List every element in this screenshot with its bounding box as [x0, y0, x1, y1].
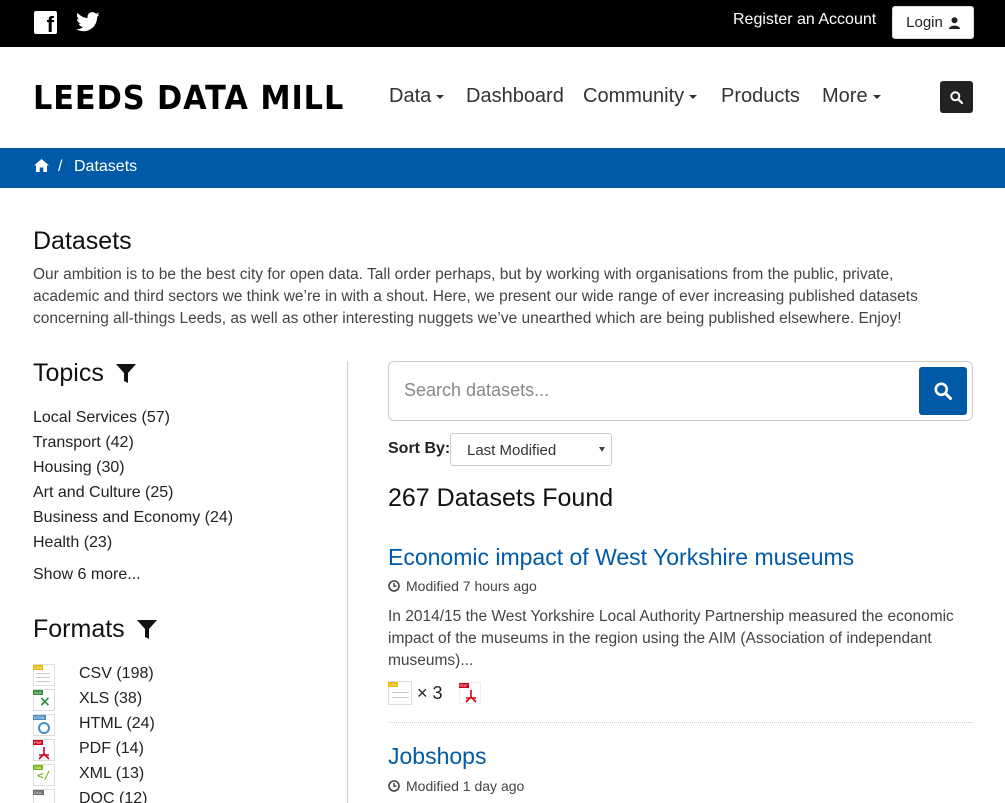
- modified-text: Modified 7 hours ago: [406, 578, 537, 594]
- csv-icon[interactable]: CSV: [388, 681, 412, 705]
- format-label: DOC (12): [79, 790, 148, 803]
- csv-icon: CSV: [33, 664, 55, 686]
- formats-heading: Formats: [33, 615, 157, 644]
- caret-down-icon: [872, 94, 881, 99]
- format-item-html[interactable]: HTML HTML (24): [33, 714, 155, 736]
- csv-count: × 3: [417, 682, 443, 703]
- breadcrumb: / Datasets: [0, 148, 1005, 188]
- topics-heading: Topics: [33, 359, 136, 388]
- nav-label: Dashboard: [466, 85, 564, 107]
- register-link[interactable]: Register an Account: [733, 11, 876, 29]
- topic-item[interactable]: Local Services (57): [33, 409, 170, 427]
- format-label: XLS (38): [79, 690, 143, 707]
- topic-item[interactable]: Business and Economy (24): [33, 509, 233, 527]
- doc-icon: DOC: [33, 789, 55, 803]
- topic-item[interactable]: Health (23): [33, 534, 112, 552]
- format-label: PDF (14): [79, 740, 144, 757]
- dataset-resources: CSV × 3 PDF: [388, 681, 481, 705]
- topics-title: Topics: [33, 359, 104, 387]
- format-item-xml[interactable]: XML </ XML (13): [33, 764, 144, 786]
- topic-item[interactable]: Art and Culture (25): [33, 484, 174, 502]
- nav-data[interactable]: Data: [389, 85, 445, 108]
- login-label: Login: [906, 14, 943, 31]
- nav-label: Data: [389, 85, 432, 107]
- search-input[interactable]: [404, 380, 884, 401]
- results-count: 267 Datasets Found: [388, 484, 614, 512]
- dataset-description: In 2014/15 the West Yorkshire Local Auth…: [388, 608, 954, 669]
- home-icon[interactable]: [34, 159, 49, 172]
- sort-label: Sort By:: [388, 440, 451, 457]
- clock-icon: [388, 780, 400, 792]
- format-item-doc[interactable]: DOC DOC (12): [33, 789, 147, 803]
- format-label: CSV (198): [79, 665, 154, 682]
- pdf-icon: PDF: [33, 739, 55, 761]
- nav-more[interactable]: More: [822, 85, 881, 108]
- caret-down-icon: [436, 94, 445, 99]
- format-item-pdf[interactable]: PDF PDF (14): [33, 739, 144, 761]
- site-header: LEEDS DATA MILL Data Dashboard Community…: [0, 47, 1005, 148]
- search-icon: [934, 382, 952, 400]
- pdf-icon[interactable]: PDF: [458, 682, 481, 704]
- xml-icon: XML </: [33, 764, 55, 786]
- formats-title: Formats: [33, 615, 125, 643]
- filter-icon: [136, 619, 157, 639]
- nav-products[interactable]: Products: [721, 85, 800, 108]
- dataset-title-link[interactable]: Economic impact of West Yorkshire museum…: [388, 544, 854, 571]
- nav-label: More: [822, 85, 868, 107]
- nav-label: Products: [721, 85, 800, 107]
- caret-down-icon: [599, 447, 605, 452]
- nav-dashboard[interactable]: Dashboard: [466, 85, 564, 108]
- topic-item[interactable]: Transport (42): [33, 434, 134, 452]
- site-logo[interactable]: LEEDS DATA MILL: [33, 78, 344, 117]
- format-item-csv[interactable]: CSV CSV (198): [33, 664, 154, 686]
- filter-icon: [115, 363, 136, 383]
- column-divider: [347, 361, 348, 803]
- dataset-title-link[interactable]: Jobshops: [388, 743, 486, 770]
- clock-icon: [388, 580, 400, 592]
- format-label: XML (13): [79, 765, 145, 782]
- search-icon: [950, 90, 963, 104]
- page-intro: Our ambition is to be the best city for …: [33, 266, 918, 327]
- caret-down-icon: [689, 94, 698, 99]
- nav-label: Community: [583, 85, 685, 107]
- dataset-modified: Modified 1 day ago: [388, 778, 524, 794]
- sort-select[interactable]: Last Modified: [450, 433, 612, 466]
- xls-icon: XLS ×: [33, 689, 55, 711]
- format-item-xls[interactable]: XLS × XLS (38): [33, 689, 142, 711]
- nav-community[interactable]: Community: [583, 85, 698, 108]
- dataset-modified: Modified 7 hours ago: [388, 578, 537, 594]
- dataset-divider: [388, 722, 973, 723]
- modified-text: Modified 1 day ago: [406, 778, 525, 794]
- dataset-search-box: [388, 361, 973, 421]
- format-label: HTML (24): [79, 715, 155, 732]
- show-more-topics-link[interactable]: Show 6 more...: [33, 566, 141, 584]
- login-button[interactable]: Login: [892, 6, 974, 39]
- user-icon: [948, 16, 960, 29]
- twitter-icon[interactable]: [76, 11, 100, 33]
- sort-value: Last Modified: [467, 442, 557, 459]
- facebook-icon[interactable]: f: [34, 11, 57, 36]
- page-title: Datasets: [33, 227, 132, 255]
- search-submit-button[interactable]: [919, 367, 967, 415]
- breadcrumb-separator: /: [58, 158, 63, 175]
- topic-item[interactable]: Housing (30): [33, 459, 125, 477]
- html-icon: HTML: [33, 714, 55, 736]
- breadcrumb-current[interactable]: Datasets: [74, 158, 137, 176]
- top-bar: f Register an Account Login: [0, 0, 1005, 47]
- header-search-button[interactable]: [940, 81, 973, 113]
